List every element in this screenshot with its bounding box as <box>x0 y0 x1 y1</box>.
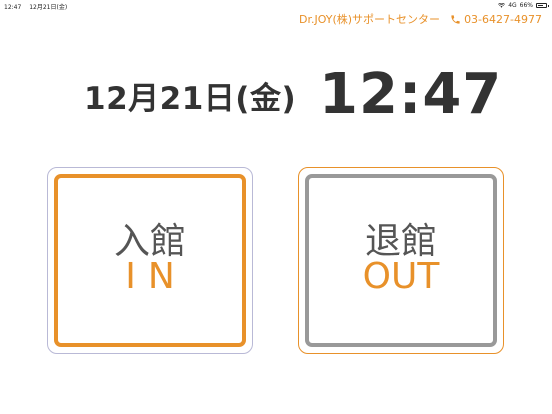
phone-icon <box>451 14 460 24</box>
battery-fill <box>538 5 543 6</box>
status-bar: 12:47 12月21日(金) 4G 66% <box>0 0 552 11</box>
battery-icon <box>536 3 549 8</box>
check-in-button[interactable]: 入館 IN <box>47 167 253 354</box>
battery-percent: 66% <box>519 2 533 9</box>
check-in-sublabel: IN <box>125 256 187 297</box>
status-bar-right: 4G 66% <box>498 2 549 9</box>
status-date: 12月21日(金) <box>29 4 68 11</box>
status-bar-left: 12:47 12月21日(金) <box>4 2 73 11</box>
check-out-sublabel: OUT <box>362 256 440 297</box>
wifi-icon <box>498 3 506 8</box>
support-contact: Dr.JOY(株)サポートセンター 03-6427-4977 <box>299 11 542 27</box>
current-time: 12:47 <box>319 62 503 127</box>
current-date: 12月21日(金) <box>84 81 297 117</box>
support-phone[interactable]: 03-6427-4977 <box>464 13 542 26</box>
support-name: Dr.JOY(株)サポートセンター <box>298 13 441 26</box>
check-out-button[interactable]: 退館 OUT <box>298 167 504 354</box>
network-type: 4G <box>508 2 517 9</box>
status-time: 12:47 <box>4 4 22 11</box>
